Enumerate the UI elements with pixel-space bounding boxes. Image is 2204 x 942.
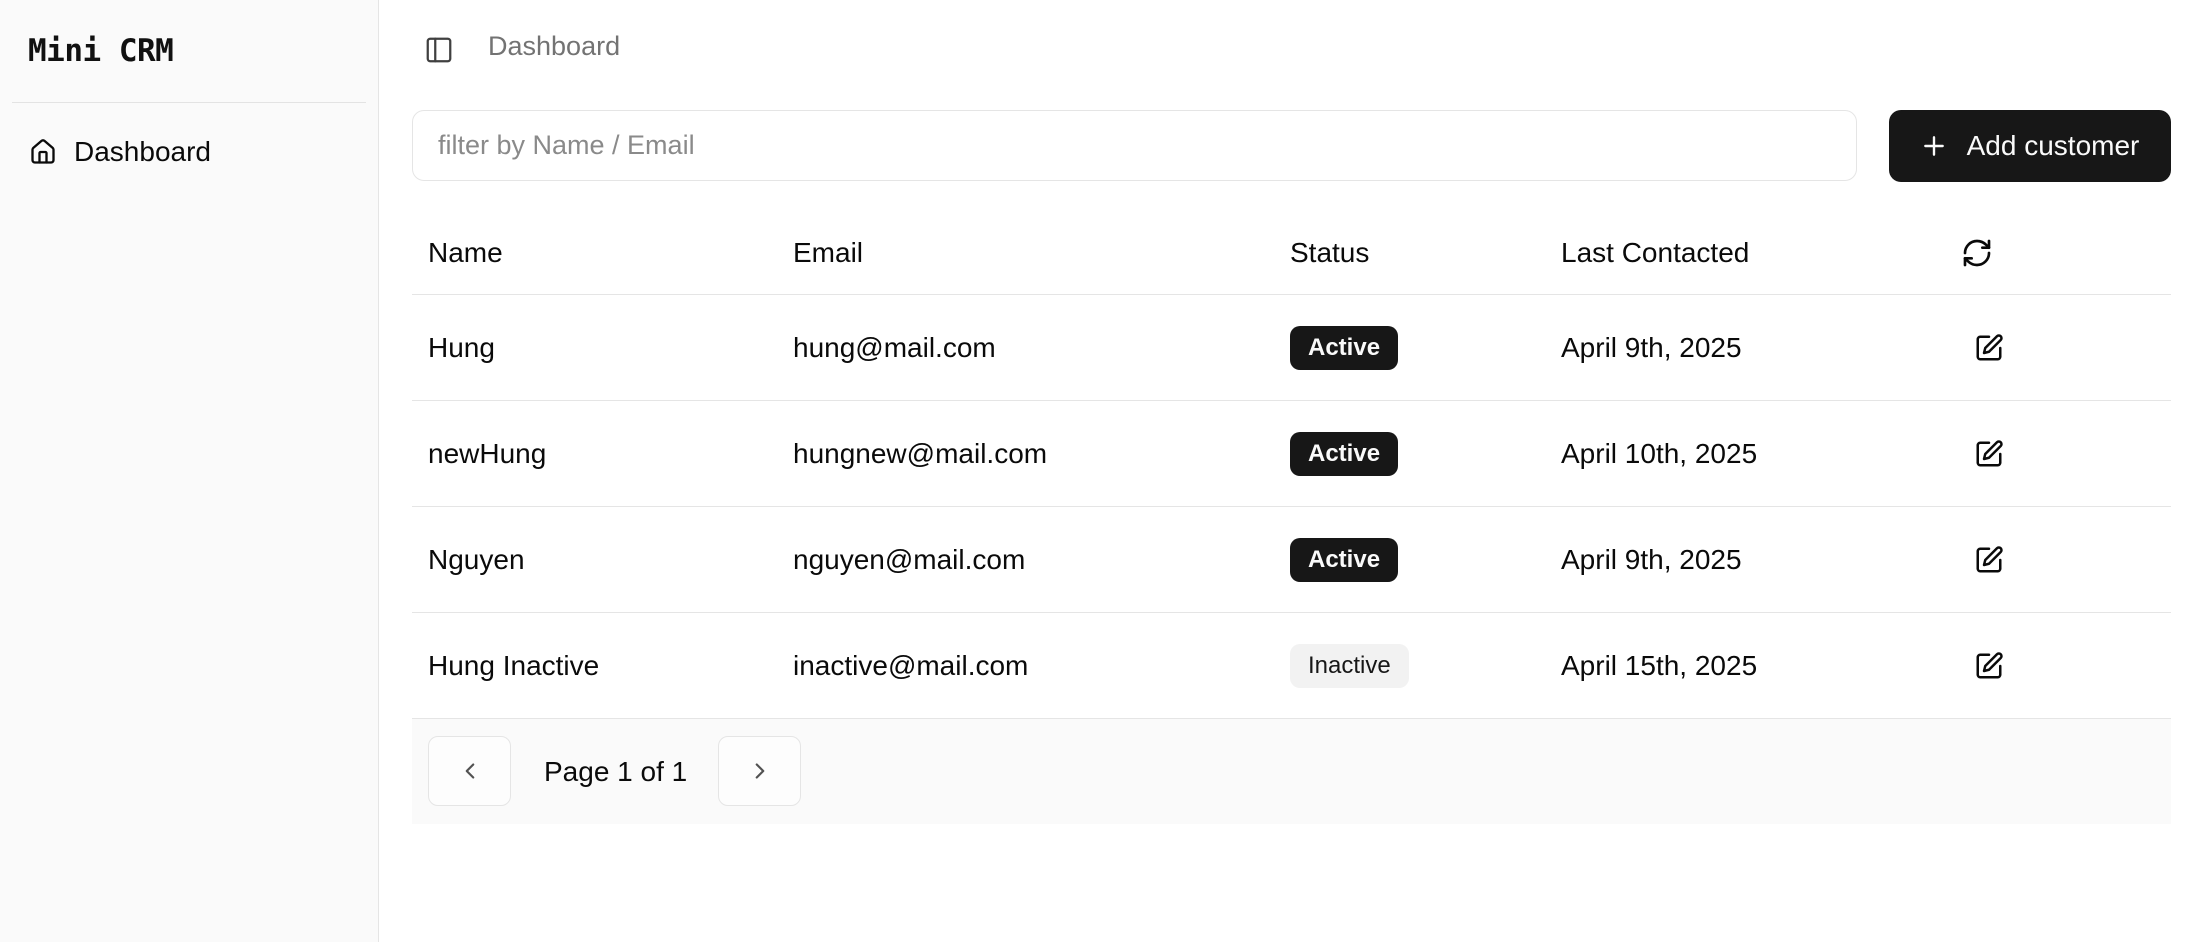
add-customer-button[interactable]: Add customer <box>1889 110 2171 182</box>
edit-button[interactable] <box>1969 646 2009 686</box>
edit-icon <box>1974 439 2004 469</box>
cell-email: inactive@mail.com <box>793 650 1029 681</box>
cell-status: Inactive <box>1290 613 1409 719</box>
cell-name: newHung <box>428 438 547 469</box>
edit-icon <box>1974 333 2004 363</box>
status-badge: Inactive <box>1290 644 1409 688</box>
status-badge: Active <box>1290 432 1399 476</box>
cell-action <box>1969 295 2009 401</box>
table-row: Nguyen nguyen@mail.com Active April 9th,… <box>412 507 2171 613</box>
edit-icon <box>1974 651 2004 681</box>
sidebar-toggle-button[interactable] <box>421 32 457 68</box>
pagination: Page 1 of 1 <box>412 719 2171 824</box>
cell-last-contacted: April 10th, 2025 <box>1561 438 1758 469</box>
sidebar-item-dashboard[interactable]: Dashboard <box>12 125 366 179</box>
column-header-last-contacted[interactable]: Last Contacted <box>1561 211 1749 295</box>
cell-email: hungnew@mail.com <box>793 438 1048 469</box>
status-badge: Active <box>1290 326 1399 370</box>
column-header-status[interactable]: Status <box>1290 211 1369 295</box>
add-customer-label: Add customer <box>1966 130 2140 161</box>
search-input[interactable] <box>412 110 1857 181</box>
table-row: Hung Inactive inactive@mail.com Inactive… <box>412 613 2171 719</box>
cell-name: Hung <box>428 332 495 363</box>
app-root: Mini CRM Dashboard Dashboard filter by N… <box>0 0 2204 942</box>
sidebar-item-label: Dashboard <box>74 136 211 167</box>
cell-name: Hung Inactive <box>428 650 600 681</box>
next-page-button[interactable] <box>718 736 801 806</box>
home-icon <box>28 137 58 167</box>
cell-last-contacted: April 9th, 2025 <box>1561 332 1742 363</box>
main-content: Dashboard Add customer Name Email Status… <box>379 0 2204 942</box>
cell-action <box>1969 613 2009 719</box>
brand: Mini CRM <box>12 0 366 103</box>
edit-button[interactable] <box>1969 434 2009 474</box>
topbar: Dashboard <box>379 0 2204 100</box>
cell-email: nguyen@mail.com <box>793 544 1026 575</box>
refresh-icon <box>1961 237 1993 269</box>
sidebar: Mini CRM Dashboard <box>0 0 379 942</box>
plus-icon <box>1921 133 1947 159</box>
table-header: Name Email Status Last Contacted <box>412 211 2171 295</box>
table-row: Hung hung@mail.com Active April 9th, 202… <box>412 295 2171 401</box>
column-header-name[interactable]: Name <box>428 211 503 295</box>
refresh-button[interactable] <box>1961 211 1993 295</box>
edit-button[interactable] <box>1969 540 2009 580</box>
cell-action <box>1969 507 2009 613</box>
panel-left-icon <box>424 35 454 65</box>
app-title: Mini CRM <box>28 33 174 69</box>
chevron-left-icon <box>457 758 483 784</box>
sidebar-nav: Dashboard <box>0 103 378 201</box>
cell-status: Active <box>1290 507 1399 613</box>
cell-last-contacted: April 9th, 2025 <box>1561 544 1742 575</box>
cell-last-contacted: April 15th, 2025 <box>1561 650 1758 681</box>
previous-page-button[interactable] <box>428 736 511 806</box>
page-indicator: Page 1 of 1 <box>544 755 688 787</box>
cell-email: hung@mail.com <box>793 332 996 363</box>
cell-status: Active <box>1290 401 1399 507</box>
customers-table: Name Email Status Last Contacted Hung hu… <box>412 211 2171 824</box>
table-row: newHung hungnew@mail.com Active April 10… <box>412 401 2171 507</box>
chevron-right-icon <box>747 758 773 784</box>
column-header-email[interactable]: Email <box>793 211 863 295</box>
cell-status: Active <box>1290 295 1399 401</box>
cell-action <box>1969 401 2009 507</box>
status-badge: Active <box>1290 538 1399 582</box>
cell-name: Nguyen <box>428 544 525 575</box>
edit-button[interactable] <box>1969 328 2009 368</box>
breadcrumb: Dashboard <box>488 31 621 61</box>
edit-icon <box>1974 545 2004 575</box>
